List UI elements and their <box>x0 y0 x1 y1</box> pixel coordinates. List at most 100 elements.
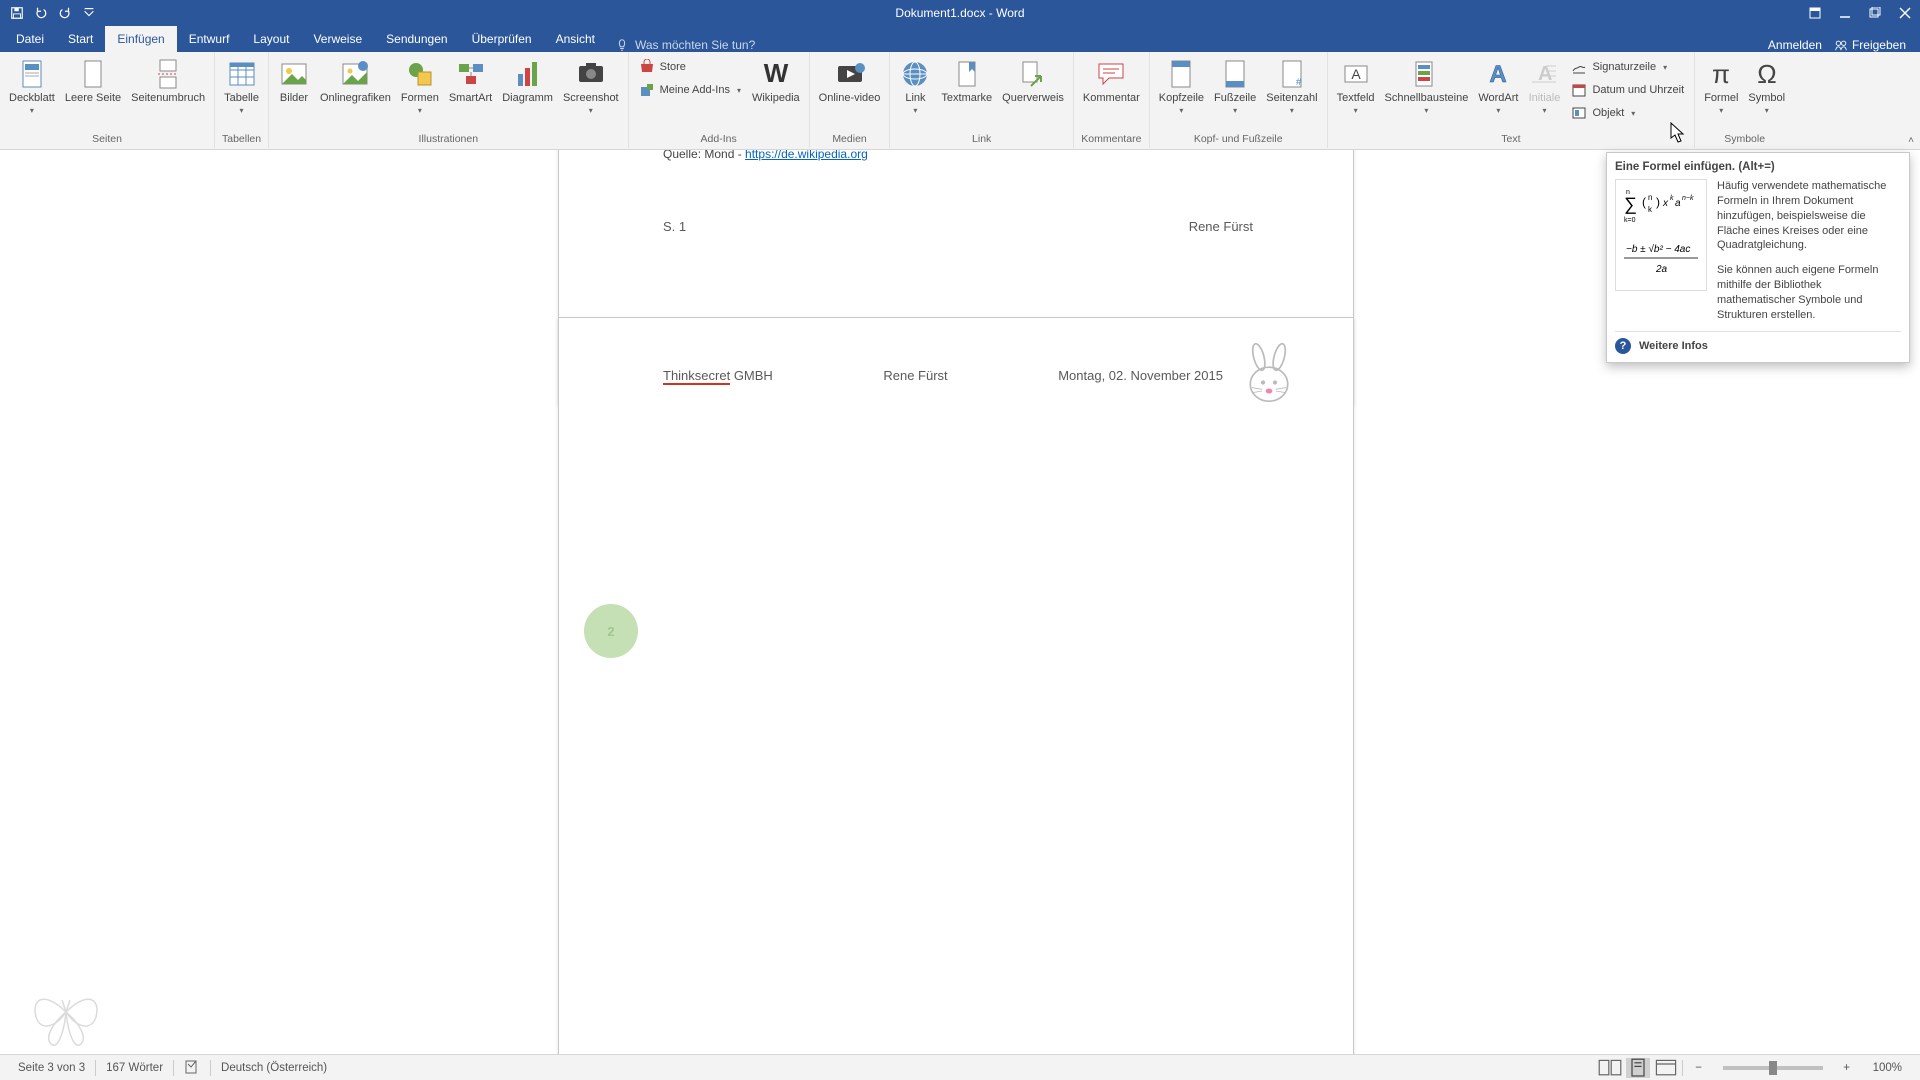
signature-icon <box>1571 59 1587 75</box>
group-label-text: Text <box>1501 131 1520 148</box>
tab-insert[interactable]: Einfügen <box>105 26 176 52</box>
link-button[interactable]: Link▾ <box>894 56 936 117</box>
header-date: Montag, 02. November 2015 <box>1058 368 1223 383</box>
svg-text:a: a <box>1675 198 1681 209</box>
page-header: Thinksecret GMBH Rene Fürst Montag, 02. … <box>663 368 1293 383</box>
zoom-level[interactable]: 100% <box>1863 1062 1912 1074</box>
group-symbole: π Formel▾ Ω Symbol▾ Symbole <box>1695 52 1794 148</box>
group-label-illustrationen: Illustrationen <box>419 131 479 148</box>
store-button[interactable]: Store <box>633 56 747 78</box>
tab-design[interactable]: Entwurf <box>177 26 242 52</box>
initiale-button[interactable]: A Initiale▾ <box>1523 56 1565 117</box>
seitenzahl-button[interactable]: # Seitenzahl▾ <box>1261 56 1322 117</box>
onlinevideo-button[interactable]: Online-video <box>814 56 886 107</box>
onlinegrafiken-button[interactable]: Onlinegrafiken <box>315 56 396 107</box>
group-illustrationen: Bilder Onlinegrafiken Formen▾ SmartArt D… <box>269 52 629 148</box>
textfeld-button[interactable]: A Textfeld▾ <box>1332 56 1380 117</box>
group-label-medien: Medien <box>832 131 866 148</box>
screenshot-button[interactable]: Screenshot▾ <box>558 56 624 117</box>
svg-text:k: k <box>1670 195 1674 202</box>
tooltip-more-link[interactable]: ? Weitere Infos <box>1615 331 1901 354</box>
textmarke-button[interactable]: Textmarke <box>936 56 997 107</box>
bookmark-icon <box>951 58 983 90</box>
status-proofing[interactable] <box>174 1058 210 1077</box>
tab-references[interactable]: Verweise <box>301 26 374 52</box>
kopfzeile-button[interactable]: Kopfzeile▾ <box>1154 56 1209 117</box>
tab-mailings[interactable]: Sendungen <box>374 26 459 52</box>
minimize-button[interactable] <box>1830 0 1860 26</box>
datum-uhrzeit-button[interactable]: Datum und Uhrzeit <box>1565 79 1690 101</box>
wordart-icon: A <box>1482 58 1514 90</box>
comment-icon <box>1095 58 1127 90</box>
symbol-button[interactable]: Ω Symbol▾ <box>1743 56 1790 117</box>
status-words[interactable]: 167 Wörter <box>96 1062 173 1074</box>
page-footer: S. 1 Rene Fürst <box>663 219 1293 234</box>
tab-review[interactable]: Überprüfen <box>460 26 544 52</box>
view-read-button[interactable] <box>1598 1058 1622 1078</box>
page-break-icon <box>152 58 184 90</box>
schnellbausteine-button[interactable]: Schnellbausteine▾ <box>1380 56 1474 117</box>
bilder-button[interactable]: Bilder <box>273 56 315 107</box>
view-print-button[interactable] <box>1626 1058 1650 1078</box>
ribbon-display-options[interactable] <box>1800 0 1830 26</box>
tooltip-text: Häufig verwendete mathematische Formeln … <box>1717 179 1901 323</box>
signaturzeile-button[interactable]: Signaturzeile▾ <box>1565 56 1690 78</box>
svg-text:A: A <box>1538 63 1552 85</box>
tab-file[interactable]: Datei <box>4 26 56 52</box>
deckblatt-button[interactable]: Deckblatt▾ <box>4 56 60 117</box>
leere-seite-button[interactable]: Leere Seite <box>60 56 126 107</box>
quelle-link[interactable]: https://de.wikipedia.org <box>745 150 868 161</box>
my-addins-button[interactable]: Meine Add-Ins▾ <box>633 79 747 101</box>
formel-button[interactable]: π Formel▾ <box>1699 56 1743 117</box>
crossref-icon <box>1017 58 1049 90</box>
signin-link[interactable]: Anmelden <box>1768 38 1822 52</box>
view-web-button[interactable] <box>1654 1058 1678 1078</box>
maximize-button[interactable] <box>1860 0 1890 26</box>
footer-author: Rene Fürst <box>1189 219 1253 234</box>
undo-button[interactable] <box>30 2 52 24</box>
equation-icon: π <box>1705 58 1737 90</box>
redo-button[interactable] <box>54 2 76 24</box>
header-icon <box>1165 58 1197 90</box>
tab-view[interactable]: Ansicht <box>544 26 607 52</box>
close-button[interactable] <box>1890 0 1920 26</box>
wordart-button[interactable]: A WordArt▾ <box>1473 56 1523 117</box>
object-icon <box>1571 105 1587 121</box>
svg-text:n: n <box>1626 189 1630 196</box>
objekt-button[interactable]: Objekt▾ <box>1565 102 1690 124</box>
kommentar-button[interactable]: Kommentar <box>1078 56 1145 107</box>
bunny-image <box>1235 340 1303 408</box>
quelle-line: Quelle: Mond - https://de.wikipedia.org <box>663 150 868 161</box>
querverweis-button[interactable]: Querverweis <box>997 56 1069 107</box>
formen-button[interactable]: Formen▾ <box>396 56 444 117</box>
seitenumbruch-button[interactable]: Seitenumbruch <box>126 56 210 107</box>
zoom-out-button[interactable]: − <box>1687 1058 1711 1078</box>
smartart-button[interactable]: SmartArt <box>444 56 497 107</box>
status-page[interactable]: Seite 3 von 3 <box>8 1062 95 1074</box>
save-button[interactable] <box>6 2 28 24</box>
tab-start[interactable]: Start <box>56 26 105 52</box>
zoom-in-button[interactable]: + <box>1835 1058 1859 1078</box>
wikipedia-button[interactable]: W Wikipedia <box>747 56 805 107</box>
tooltip-preview: ∑ n k=0 ( n k ) x k a n−k −b ± √b² − 4ac… <box>1615 179 1707 291</box>
fusszeile-button[interactable]: Fußzeile▾ <box>1209 56 1261 117</box>
tab-layout[interactable]: Layout <box>241 26 301 52</box>
window-title: Dokument1.docx - Word <box>895 6 1024 20</box>
video-icon <box>834 58 866 90</box>
footer-page-num: S. 1 <box>663 219 686 234</box>
statusbar: Seite 3 von 3 167 Wörter Deutsch (Österr… <box>0 1054 1920 1080</box>
status-language[interactable]: Deutsch (Österreich) <box>211 1062 337 1074</box>
header-author: Rene Fürst <box>883 368 947 383</box>
textbox-icon: A <box>1340 58 1372 90</box>
group-kommentare: Kommentar Kommentare <box>1074 52 1150 148</box>
diagramm-button[interactable]: Diagramm <box>497 56 558 107</box>
account-area: Anmelden Freigeben <box>1768 38 1920 52</box>
blank-page-icon <box>77 58 109 90</box>
share-button[interactable]: Freigeben <box>1834 38 1906 52</box>
collapse-ribbon-button[interactable]: ˄ <box>1908 135 1914 146</box>
datetime-icon <box>1571 82 1587 98</box>
tell-me-search[interactable]: Was möchten Sie tun? <box>615 38 755 52</box>
tabelle-button[interactable]: Tabelle▾ <box>219 56 264 117</box>
qat-customize[interactable] <box>78 2 100 24</box>
zoom-slider[interactable] <box>1723 1066 1823 1070</box>
